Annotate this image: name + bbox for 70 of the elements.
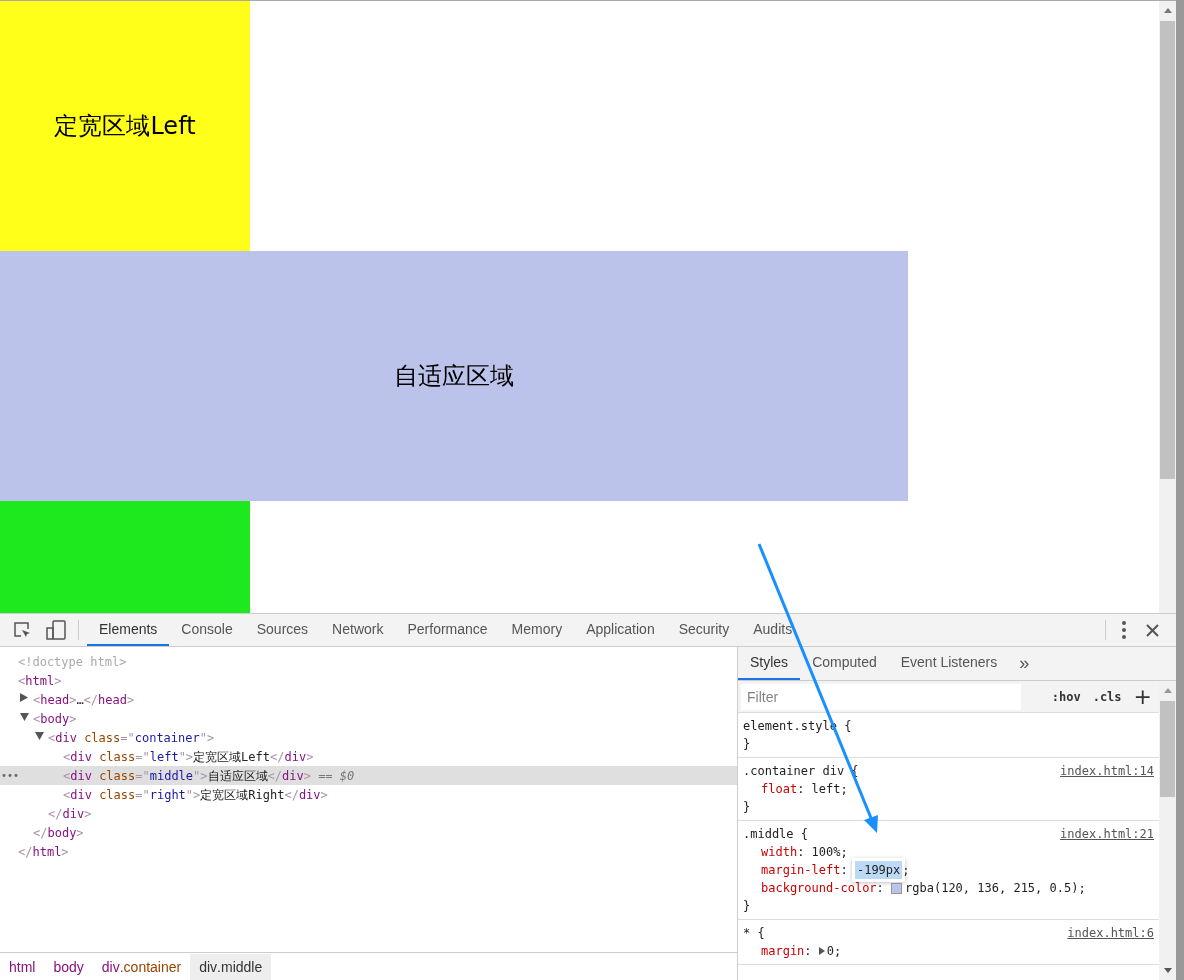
property-name: width — [761, 844, 798, 861]
panel-tab[interactable]: Performance — [395, 614, 500, 646]
property-name: background-color — [761, 880, 877, 897]
punctuation: ; — [902, 862, 910, 879]
breadcrumb[interactable]: html — [0, 954, 45, 980]
filter-field[interactable]: Filter — [741, 683, 1021, 710]
property-value: 100%; — [811, 844, 848, 861]
dom-node-line[interactable]: <body> — [33, 709, 77, 728]
block-label: 自适应区域 — [394, 361, 514, 392]
inspect-icon[interactable] — [13, 620, 32, 640]
more-tabs-button[interactable]: » — [1009, 647, 1040, 680]
expanded-triangle-icon[interactable] — [35, 731, 44, 740]
dom-node-line[interactable]: <head>…</head> — [33, 690, 135, 709]
add-rule-button[interactable]: + — [1133, 685, 1152, 708]
panel-tab[interactable]: Network — [320, 614, 396, 646]
breadcrumb[interactable]: body — [44, 954, 93, 980]
punctuation: : — [876, 880, 884, 897]
breadcrumb[interactable]: div.middle — [190, 954, 272, 980]
more-icon[interactable]: ••• — [1, 768, 20, 783]
expand-triangle-icon[interactable] — [818, 947, 825, 955]
source-link[interactable]: index.html:14 — [1060, 762, 1154, 780]
source-link[interactable]: index.html:6 — [1067, 924, 1154, 942]
dom-node-line[interactable]: </body> — [33, 823, 84, 842]
scrollbar-thumb[interactable] — [1160, 21, 1175, 479]
dom-node-line[interactable]: <html> — [18, 671, 62, 690]
expanded-triangle-icon[interactable] — [20, 712, 29, 721]
punctuation: : — [840, 862, 848, 879]
panel-tab[interactable]: Memory — [499, 614, 575, 646]
scrollbar-thumb[interactable] — [1160, 701, 1175, 797]
styles-tab[interactable]: Computed — [800, 647, 889, 680]
property-name: margin — [761, 943, 805, 960]
value-input[interactable]: -199px — [854, 861, 903, 879]
styles-tab[interactable]: Event Listeners — [888, 647, 1010, 680]
closing-brace: } — [743, 736, 752, 753]
css-selector: * { — [743, 925, 765, 942]
more-icon[interactable] — [1122, 621, 1126, 639]
hov-toggle[interactable]: :hov — [1051, 687, 1081, 706]
panel-tab[interactable]: Security — [666, 614, 742, 646]
block-label: 定宽区域Left — [54, 111, 196, 142]
scroll-up-icon[interactable] — [1163, 8, 1172, 13]
color-swatch[interactable] — [891, 882, 903, 894]
cls-toggle[interactable]: .cls — [1092, 687, 1122, 706]
close-icon[interactable] — [1146, 623, 1159, 637]
closing-brace: } — [743, 898, 752, 915]
dom-node-line[interactable]: <div class="container"> — [48, 728, 215, 747]
punctuation: : — [797, 844, 805, 861]
panel-tab[interactable]: Sources — [244, 614, 321, 646]
source-link[interactable]: index.html:21 — [1060, 825, 1154, 843]
property-name: margin-left — [761, 862, 841, 879]
dom-node-line[interactable]: </div> — [48, 804, 92, 823]
dom-node-line[interactable]: <div class="middle">自适应区域</div> == $0 — [63, 766, 355, 785]
panel-tab[interactable]: Console — [169, 614, 245, 646]
property-value: rgba(120, 136, 215, 0.5); — [905, 880, 1086, 897]
closing-brace: } — [743, 799, 752, 816]
panel-tab[interactable]: Application — [574, 614, 667, 646]
property-value: 0; — [826, 943, 842, 960]
punctuation: : — [804, 943, 812, 960]
panel-tab[interactable]: Audits — [741, 614, 805, 646]
dom-node-line[interactable]: </html> — [18, 842, 69, 861]
css-selector: .middle { — [743, 826, 809, 843]
device-icon[interactable] — [46, 620, 66, 640]
collapsed-triangle-icon[interactable] — [20, 692, 28, 702]
dom-node-line[interactable]: <div class="right">定宽区域Right</div> — [63, 785, 328, 804]
dom-node-line[interactable]: <div class="left">定宽区域Left</div> — [63, 747, 314, 766]
punctuation: : — [797, 781, 805, 798]
breadcrumb[interactable]: div.container — [92, 954, 191, 980]
property-value: left; — [811, 781, 848, 798]
property-name: float — [761, 781, 798, 798]
panel-tab[interactable]: Elements — [87, 614, 170, 646]
scroll-down-icon[interactable] — [1163, 968, 1172, 973]
